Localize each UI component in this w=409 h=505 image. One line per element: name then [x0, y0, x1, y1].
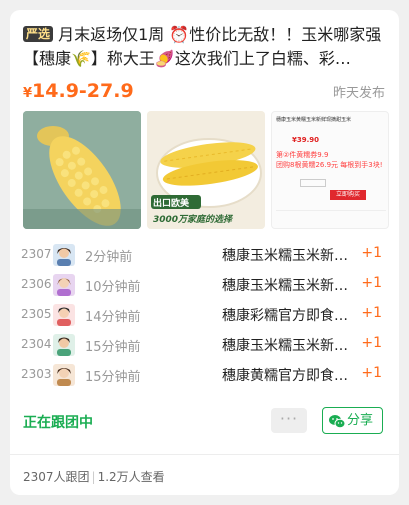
img3-promo1: 第②件黄糯券9.9 [276, 151, 329, 159]
join-time: 15分钟前 [85, 370, 141, 385]
avatar [53, 244, 75, 266]
joined-count: 2307人跟团 [23, 470, 90, 484]
join-time: 15分钟前 [85, 340, 141, 355]
img2-caption-top: 出口欧美 [153, 199, 190, 209]
avatar [53, 334, 75, 356]
quantity-count: +1 [361, 365, 382, 381]
publish-time: 昨天发布 [332, 86, 385, 101]
image-gallery: 出口欧美 3000万家庭的选择 穗康玉米黄糯玉米新鲜现摘甜玉米 ¥39.90 第… [23, 111, 389, 229]
img3-qty-box [300, 179, 326, 187]
more-button[interactable]: ··· [271, 408, 307, 433]
quantity-count: +1 [361, 305, 382, 321]
img3-details [276, 210, 386, 224]
product-name: 穗康黄糯官方即食… [222, 368, 348, 384]
img3-promo2: 团购8根黄糯26.9元 每根到手3块! [276, 161, 383, 169]
corn-photo-2[interactable]: 出口欧美 3000万家庭的选择 [147, 111, 265, 229]
price-range: ¥14.9-27.9 [23, 77, 134, 108]
share-label: 分享 [347, 413, 374, 428]
img3-price: ¥39.90 [292, 136, 320, 144]
rank-number: 2303 [21, 367, 52, 381]
join-time: 10分钟前 [85, 280, 141, 295]
price-currency: ¥ [23, 86, 33, 101]
avatar [53, 274, 75, 296]
rank-number: 2305 [21, 307, 52, 321]
divider [10, 454, 399, 455]
follower-list: 2307 2分钟前 穗康玉米糯玉米新… +1 2306 10分钟前 穗康玉米糯玉… [10, 240, 399, 390]
corn-photo-1[interactable] [23, 111, 141, 229]
quantity-count: +1 [361, 335, 382, 351]
avatar [53, 304, 75, 326]
img3-buy-button: 立即购买 [330, 190, 366, 200]
post-title[interactable]: 严选 月末返场仅1周 ⏰性价比无敌！！玉米哪家强【穗康🌾】称大王🍠这次我们上了白… [23, 23, 389, 71]
img2-caption-bottom: 3000万家庭的选择 [153, 215, 233, 225]
img3-header: 穗康玉米黄糯玉米新鲜现摘甜玉米 [276, 117, 352, 123]
price-value: 14.9-27.9 [32, 80, 134, 102]
quantity-count: +1 [361, 245, 382, 261]
group-buy-card[interactable]: 严选 月末返场仅1周 ⏰性价比无敌！！玉米哪家强【穗康🌾】称大王🍠这次我们上了白… [10, 10, 399, 495]
list-item[interactable]: 2305 14分钟前 穗康彩糯官方即食… +1 [10, 300, 399, 330]
list-item[interactable]: 2303 15分钟前 穗康黄糯官方即食… +1 [10, 360, 399, 390]
stats-separator: | [91, 470, 96, 484]
product-name: 穗康玉米糯玉米新… [222, 278, 348, 294]
rank-number: 2304 [21, 337, 52, 351]
list-item[interactable]: 2306 10分钟前 穗康玉米糯玉米新… +1 [10, 270, 399, 300]
rank-number: 2306 [21, 277, 52, 291]
avatar [53, 364, 75, 386]
stats-bar: 2307人跟团 | 1.2万人查看 [23, 468, 165, 485]
post-title-text: 月末返场仅1周 ⏰性价比无敌！！玉米哪家强【穗康🌾】称大王🍠这次我们上了白糯、彩… [23, 25, 382, 68]
product-name: 穗康彩糯官方即食… [222, 308, 348, 324]
list-item[interactable]: 2304 15分钟前 穗康玉米糯玉米新… +1 [10, 330, 399, 360]
product-page-screenshot[interactable]: 穗康玉米黄糯玉米新鲜现摘甜玉米 ¥39.90 第②件黄糯券9.9 团购8根黄糯2… [271, 111, 389, 229]
view-count: 1.2万人查看 [97, 470, 165, 484]
share-button[interactable]: 分享 [322, 407, 383, 434]
strict-selection-badge: 严选 [23, 26, 54, 42]
product-name: 穗康玉米糯玉米新… [222, 338, 348, 354]
rank-number: 2307 [21, 247, 52, 261]
join-time: 2分钟前 [85, 250, 133, 265]
quantity-count: +1 [361, 275, 382, 291]
following-status: 正在跟团中 [23, 415, 93, 431]
product-name: 穗康玉米糯玉米新… [222, 248, 348, 264]
list-item[interactable]: 2307 2分钟前 穗康玉米糯玉米新… +1 [10, 240, 399, 270]
wechat-icon [329, 413, 346, 429]
join-time: 14分钟前 [85, 310, 141, 325]
